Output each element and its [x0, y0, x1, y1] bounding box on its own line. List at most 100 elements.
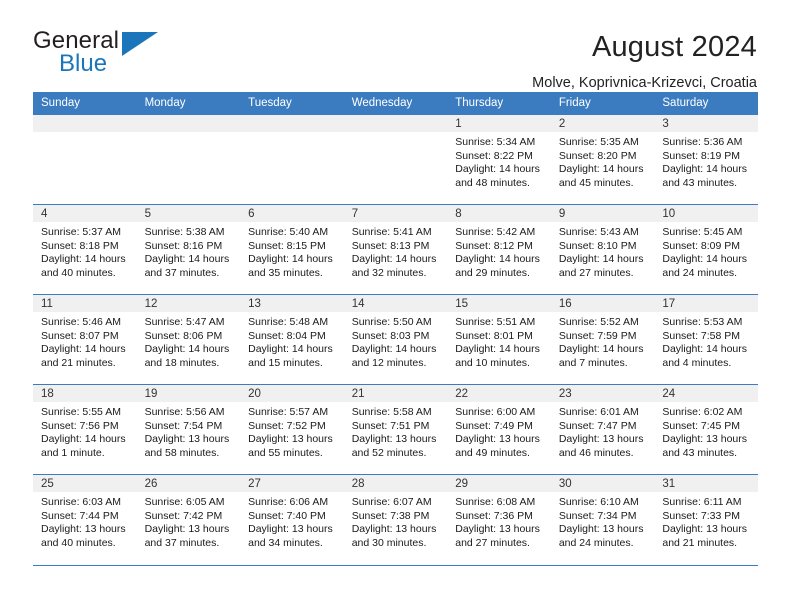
page-header: General Blue August 2024 Molve, Koprivni…	[0, 0, 792, 92]
calendar-day-cell[interactable]: 5 Sunrise: 5:38 AM Sunset: 8:16 PM Daylight…	[136, 204, 241, 295]
calendar-day-cell-empty	[136, 114, 241, 205]
day-number: 11	[33, 295, 137, 312]
sunrise-time: Sunrise: 5:36 AM	[662, 136, 743, 148]
sunrise-time: Sunrise: 5:46 AM	[41, 316, 121, 328]
day-number: 25	[33, 475, 137, 492]
daylight-duration-line2: and 40 minutes.	[41, 266, 116, 279]
calendar-day-cell[interactable]: 25 Sunrise: 6:03 AM Sunset: 7:44 PM Dayligh…	[33, 474, 137, 565]
daylight-duration-line2: and 37 minutes.	[144, 536, 220, 549]
calendar-day-cell[interactable]: 14 Sunrise: 5:50 AM Sunset: 8:03 PM Dayligh…	[343, 294, 448, 385]
generalblue-logo[interactable]: General Blue	[33, 28, 213, 84]
calendar-day-cell[interactable]: 13 Sunrise: 5:48 AM Sunset: 8:04 PM Dayligh…	[240, 294, 344, 385]
sunset-time: Sunset: 8:07 PM	[41, 329, 119, 342]
daylight-duration-line2: and 1 minute.	[41, 446, 105, 459]
sunrise-time: Sunrise: 5:48 AM	[248, 316, 329, 328]
sunrise-time: Sunrise: 6:07 AM	[351, 496, 432, 508]
calendar-week-row: 11 Sunrise: 5:46 AM Sunset: 8:07 PM Dayligh…	[33, 294, 758, 385]
day-number: 4	[33, 205, 137, 222]
daylight-duration-line1: Daylight: 13 hours	[248, 523, 333, 536]
daylight-duration-line1: Daylight: 14 hours	[41, 343, 126, 356]
sunset-time: Sunset: 7:54 PM	[144, 419, 223, 432]
daylight-duration-line2: and 43 minutes.	[662, 176, 738, 189]
sunrise-time: Sunrise: 5:56 AM	[144, 406, 225, 418]
calendar-day-cell[interactable]: 27 Sunrise: 6:06 AM Sunset: 7:40 PM Dayligh…	[240, 474, 344, 565]
daylight-duration-line2: and 4 minutes.	[662, 356, 732, 369]
calendar-day-cell[interactable]: 9 Sunrise: 5:43 AM Sunset: 8:10 PM Daylight…	[550, 204, 655, 295]
daylight-duration-line2: and 10 minutes.	[455, 356, 530, 369]
day-details: Sunrise: 5:52 AM Sunset: 7:59 PM Daylight:…	[551, 312, 655, 370]
calendar-day-cell[interactable]: 1 Sunrise: 5:34 AM Sunset: 8:22 PM Daylight…	[447, 114, 551, 205]
day-details: Sunrise: 6:03 AM Sunset: 7:44 PM Daylight:…	[33, 492, 137, 550]
day-number	[33, 115, 137, 132]
calendar-day-cell[interactable]: 4 Sunrise: 5:37 AM Sunset: 8:18 PM Daylight…	[33, 204, 137, 295]
day-number: 21	[343, 385, 448, 402]
daylight-duration-line1: Daylight: 14 hours	[455, 343, 540, 356]
sunset-time: Sunset: 7:34 PM	[558, 509, 637, 522]
daylight-duration-line1: Daylight: 14 hours	[41, 253, 126, 266]
calendar-day-cell[interactable]: 8 Sunrise: 5:42 AM Sunset: 8:12 PM Daylight…	[447, 204, 551, 295]
daylight-duration-line2: and 27 minutes.	[455, 536, 530, 549]
sunset-time: Sunset: 7:40 PM	[248, 509, 326, 522]
daylight-duration-line1: Daylight: 13 hours	[351, 433, 437, 446]
calendar-day-cell[interactable]: 7 Sunrise: 5:41 AM Sunset: 8:13 PM Daylight…	[343, 204, 448, 295]
calendar-day-cell[interactable]: 17 Sunrise: 5:53 AM Sunset: 7:58 PM Dayligh…	[654, 294, 758, 385]
sunrise-time: Sunrise: 5:47 AM	[144, 316, 225, 328]
calendar-day-cell[interactable]: 26 Sunrise: 6:05 AM Sunset: 7:42 PM Dayligh…	[136, 474, 241, 565]
calendar-day-cell[interactable]: 30 Sunrise: 6:10 AM Sunset: 7:34 PM Dayligh…	[550, 474, 655, 565]
sunset-time: Sunset: 7:45 PM	[662, 419, 741, 432]
calendar-day-cell[interactable]: 31 Sunrise: 6:11 AM Sunset: 7:33 PM Dayligh…	[654, 474, 758, 565]
calendar-day-cell[interactable]: 22 Sunrise: 6:00 AM Sunset: 7:49 PM Dayligh…	[447, 384, 551, 475]
sunrise-time: Sunrise: 5:35 AM	[558, 136, 639, 148]
sunset-time: Sunset: 7:58 PM	[662, 329, 741, 342]
calendar-day-cell[interactable]: 24 Sunrise: 6:02 AM Sunset: 7:45 PM Dayligh…	[654, 384, 758, 475]
calendar-day-cell[interactable]: 23 Sunrise: 6:01 AM Sunset: 7:47 PM Dayligh…	[550, 384, 655, 475]
day-number: 17	[654, 295, 758, 312]
calendar-day-cell[interactable]: 29 Sunrise: 6:08 AM Sunset: 7:36 PM Dayligh…	[447, 474, 551, 565]
daylight-duration-line1: Daylight: 14 hours	[248, 343, 333, 356]
calendar-day-cell[interactable]: 12 Sunrise: 5:47 AM Sunset: 8:06 PM Dayligh…	[136, 294, 241, 385]
calendar-day-cell[interactable]: 19 Sunrise: 5:56 AM Sunset: 7:54 PM Dayligh…	[136, 384, 241, 475]
sunrise-time: Sunrise: 5:53 AM	[662, 316, 743, 328]
daylight-duration-line1: Daylight: 14 hours	[248, 253, 333, 266]
sunset-time: Sunset: 7:42 PM	[144, 509, 223, 522]
calendar-head: Sunday Monday Tuesday Wednesday Thursday…	[33, 92, 758, 115]
day-number: 15	[447, 295, 551, 312]
day-details: Sunrise: 6:02 AM Sunset: 7:45 PM Daylight:…	[654, 402, 758, 460]
calendar-day-cell[interactable]: 11 Sunrise: 5:46 AM Sunset: 8:07 PM Dayligh…	[33, 294, 137, 385]
day-number	[136, 115, 241, 132]
sunset-time: Sunset: 8:15 PM	[248, 239, 326, 252]
calendar-day-cell[interactable]: 18 Sunrise: 5:55 AM Sunset: 7:56 PM Dayligh…	[33, 384, 137, 475]
calendar-day-cell[interactable]: 3 Sunrise: 5:36 AM Sunset: 8:19 PM Daylight…	[654, 114, 758, 205]
sunset-time: Sunset: 7:52 PM	[248, 419, 326, 432]
calendar-day-cell[interactable]: 16 Sunrise: 5:52 AM Sunset: 7:59 PM Dayligh…	[550, 294, 655, 385]
calendar-day-cell[interactable]: 6 Sunrise: 5:40 AM Sunset: 8:15 PM Daylight…	[240, 204, 344, 295]
sunset-time: Sunset: 7:51 PM	[351, 419, 430, 432]
sunset-time: Sunset: 8:16 PM	[144, 239, 223, 252]
daylight-duration-line1: Daylight: 13 hours	[662, 433, 748, 446]
calendar-week-row: 18 Sunrise: 5:55 AM Sunset: 7:56 PM Dayligh…	[33, 384, 758, 475]
calendar-day-cell[interactable]: 2 Sunrise: 5:35 AM Sunset: 8:20 PM Daylight…	[550, 114, 655, 205]
daylight-duration-line2: and 46 minutes.	[558, 446, 634, 459]
day-number: 9	[550, 205, 655, 222]
calendar-page: General Blue August 2024 Molve, Koprivni…	[0, 0, 792, 612]
day-number: 29	[447, 475, 551, 492]
day-number: 28	[343, 475, 448, 492]
daylight-duration-line1: Daylight: 13 hours	[455, 433, 540, 446]
day-details: Sunrise: 5:35 AM Sunset: 8:20 PM Daylight:…	[551, 132, 655, 190]
day-number: 16	[550, 295, 655, 312]
sunrise-time: Sunrise: 5:38 AM	[144, 226, 225, 238]
calendar-day-cell[interactable]: 28 Sunrise: 6:07 AM Sunset: 7:38 PM Dayligh…	[343, 474, 448, 565]
calendar-day-cell[interactable]: 15 Sunrise: 5:51 AM Sunset: 8:01 PM Dayligh…	[447, 294, 551, 385]
day-details: Sunrise: 5:47 AM Sunset: 8:06 PM Daylight:…	[137, 312, 241, 370]
calendar-bottom-rule	[33, 564, 758, 566]
weekday-header-tuesday: Tuesday	[240, 92, 344, 115]
daylight-duration-line2: and 21 minutes.	[41, 356, 116, 369]
calendar-day-cell[interactable]: 10 Sunrise: 5:45 AM Sunset: 8:09 PM Dayligh…	[654, 204, 758, 295]
logo-triangle-icon	[122, 32, 158, 56]
daylight-duration-line2: and 18 minutes.	[144, 356, 220, 369]
calendar-day-cell[interactable]: 21 Sunrise: 5:58 AM Sunset: 7:51 PM Dayligh…	[343, 384, 448, 475]
calendar-day-cell[interactable]: 20 Sunrise: 5:57 AM Sunset: 7:52 PM Dayligh…	[240, 384, 344, 475]
sunrise-time: Sunrise: 5:42 AM	[455, 226, 536, 238]
day-details: Sunrise: 5:40 AM Sunset: 8:15 PM Daylight:…	[240, 222, 344, 280]
daylight-duration-line1: Daylight: 13 hours	[144, 523, 230, 536]
